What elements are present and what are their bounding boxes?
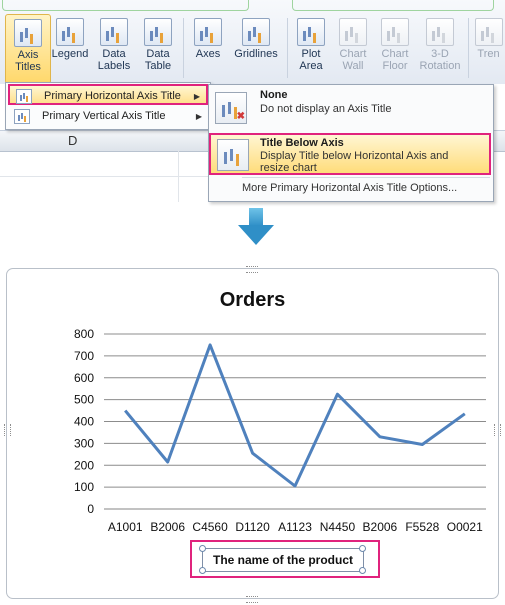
x-tick-label: C4560: [192, 520, 228, 534]
y-tick-label: 600: [74, 371, 94, 385]
y-tick-label: 100: [74, 480, 94, 494]
x-tick-label: O0021: [447, 520, 483, 534]
y-tick-label: 300: [74, 436, 94, 450]
y-tick-label: 400: [74, 415, 94, 429]
x-tick-label: A1123: [278, 520, 312, 534]
selection-handle[interactable]: [199, 567, 206, 574]
y-tick-label: 800: [74, 327, 94, 341]
x-tick-label: F5528: [405, 520, 439, 534]
x-tick-label: N4450: [320, 520, 356, 534]
x-tick-label: D1120: [235, 520, 270, 534]
y-tick-label: 500: [74, 393, 94, 407]
selection-handle[interactable]: [199, 545, 206, 552]
x-axis-title[interactable]: The name of the product: [202, 548, 364, 572]
x-axis-title-highlight: The name of the product: [190, 540, 380, 578]
x-tick-label: B2006: [363, 520, 398, 534]
x-tick-label: B2006: [150, 520, 185, 534]
y-tick-label: 0: [87, 502, 94, 516]
y-tick-label: 200: [74, 458, 94, 472]
line-chart-plot: 0 100 200 300 400 500 600 700 800 A1001 B2006 C456…: [74, 327, 486, 534]
selection-handle[interactable]: [359, 567, 366, 574]
selection-handle[interactable]: [359, 545, 366, 552]
x-tick-label: A1001: [108, 520, 143, 534]
y-tick-label: 700: [74, 349, 94, 363]
